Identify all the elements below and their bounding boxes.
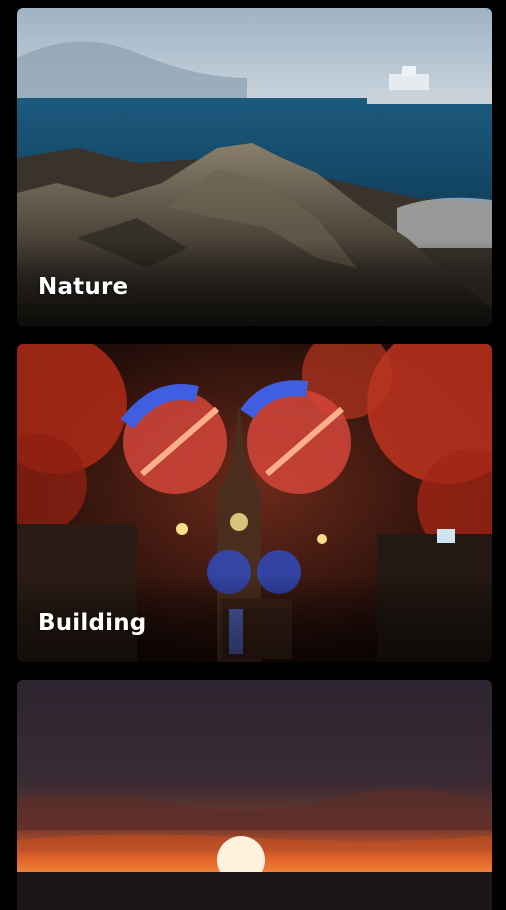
category-card-sunset[interactable]	[17, 680, 492, 910]
category-card-building[interactable]: Building	[17, 344, 492, 662]
ocean-sunset-photo	[17, 680, 492, 910]
category-list-screen: Nature Building	[0, 0, 506, 910]
category-label-nature: Nature	[38, 274, 129, 300]
category-label-building: Building	[38, 610, 147, 636]
category-card-nature[interactable]: Nature	[17, 8, 492, 326]
